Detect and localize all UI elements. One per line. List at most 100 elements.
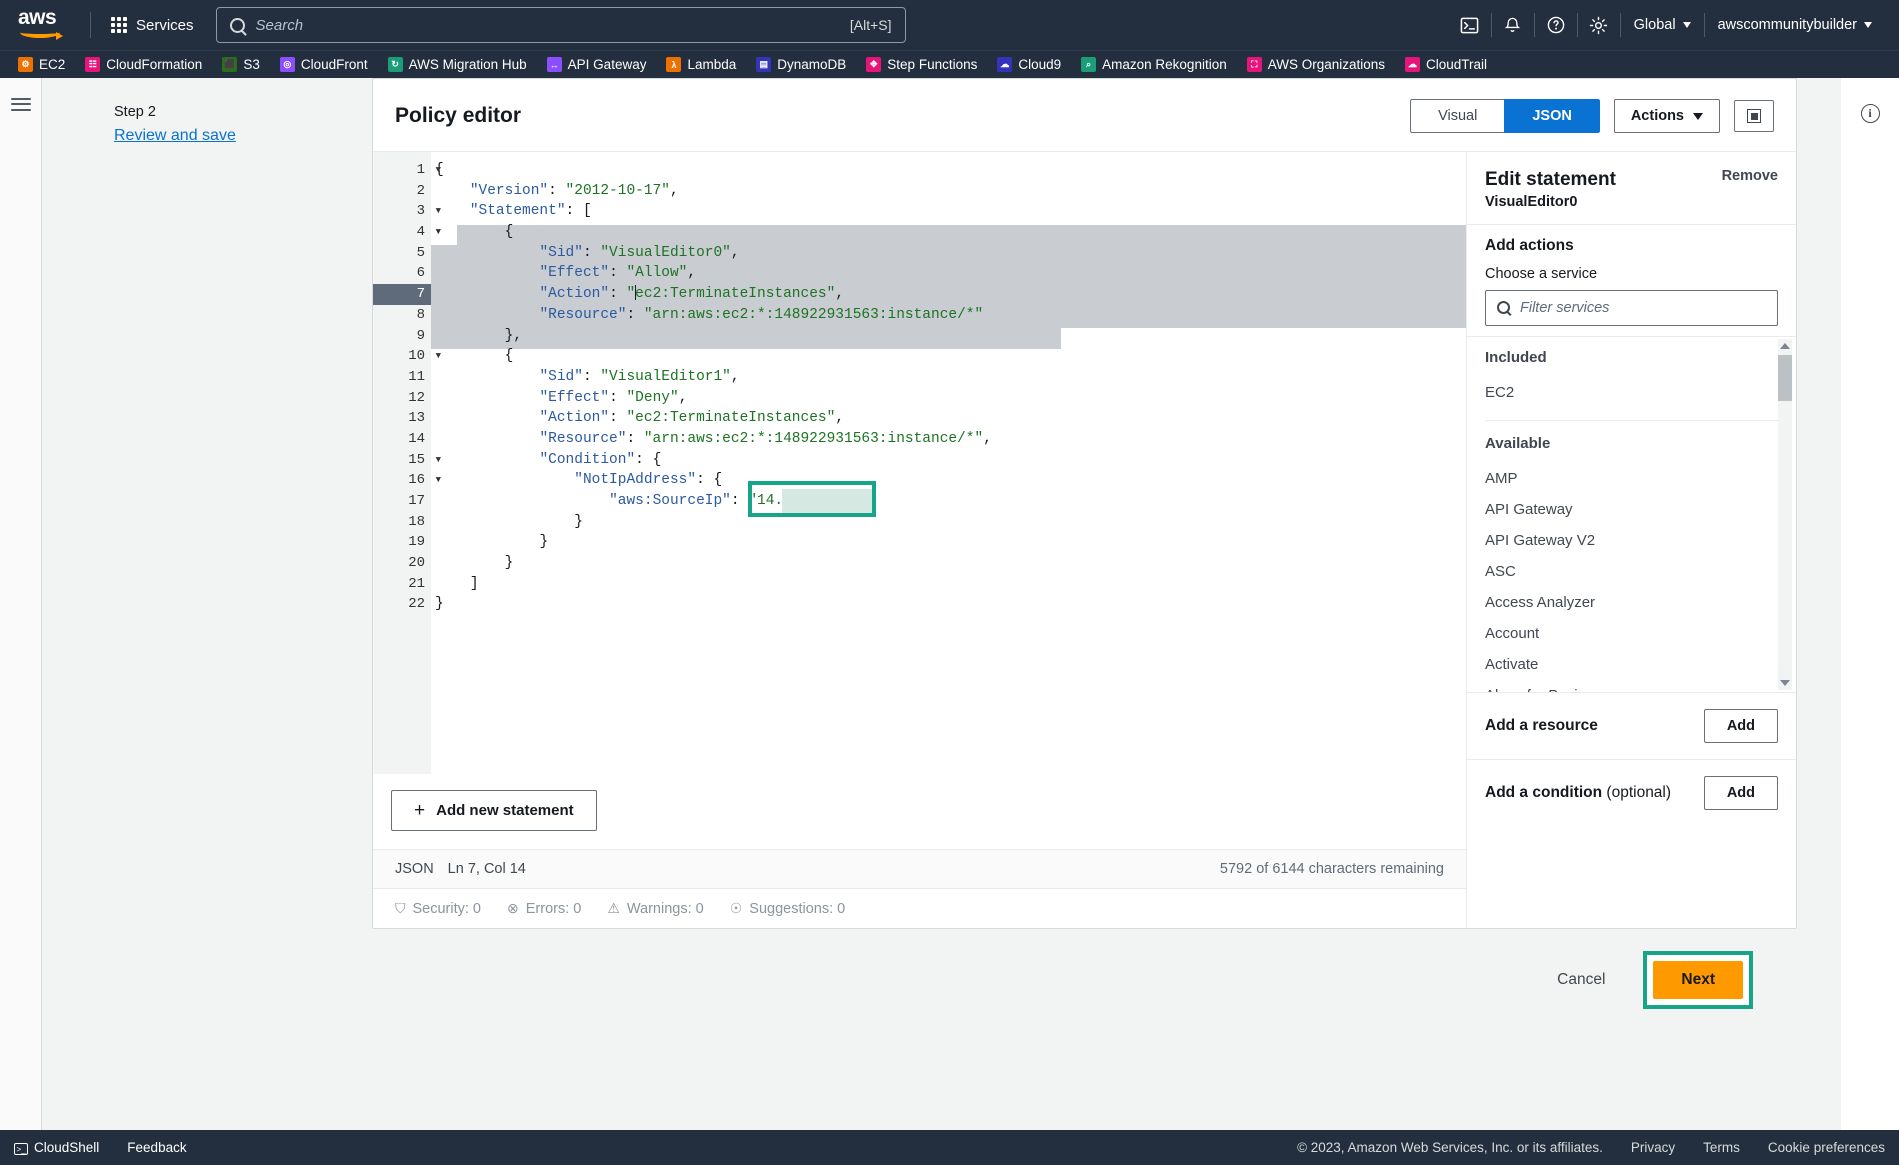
code-line[interactable]: "Version": "2012-10-17", xyxy=(431,181,1466,202)
code-line[interactable]: } xyxy=(431,512,1466,533)
validation-label: Warnings: 0 xyxy=(626,900,704,917)
grid-menu-icon xyxy=(111,17,127,33)
code-line[interactable]: { xyxy=(431,160,1466,181)
filter-services-input[interactable] xyxy=(1520,299,1766,316)
search-input[interactable] xyxy=(255,16,850,34)
code-line[interactable]: "NotIpAddress": { xyxy=(431,470,1466,491)
help-question-icon[interactable] xyxy=(1535,6,1577,44)
services-menu-button[interactable]: Services xyxy=(101,10,204,41)
top-nav-right-group: Global awscommunitybuilder xyxy=(1449,6,1885,44)
tab-visual[interactable]: Visual xyxy=(1410,99,1505,133)
validation-error-circle: ⊗ Errors: 0 xyxy=(507,900,581,917)
add-condition-button[interactable]: Add xyxy=(1703,775,1778,810)
available-service-item[interactable]: Access Analyzer xyxy=(1485,587,1778,618)
service-shortcut-cloudtrail[interactable]: ☁ CloudTrail xyxy=(1405,57,1487,72)
feedback-link[interactable]: Feedback xyxy=(127,1140,186,1155)
code-line[interactable]: "Statement": [ xyxy=(431,201,1466,222)
main-content-pane: Policy editor Visual JSON Actions 1 ▼ 2 … xyxy=(372,78,1841,1130)
available-service-item[interactable]: Account xyxy=(1485,618,1778,649)
code-line[interactable]: "Sid": "VisualEditor0", xyxy=(431,243,1466,264)
notifications-bell-icon[interactable] xyxy=(1492,6,1534,44)
scroll-down-arrow-icon[interactable] xyxy=(1780,679,1790,686)
code-line[interactable]: ] xyxy=(431,574,1466,595)
service-shortcut-aws-organizations[interactable]: ⛶ AWS Organizations xyxy=(1246,57,1386,72)
code-line[interactable]: { xyxy=(431,346,1466,367)
global-search-bar[interactable]: [Alt+S] xyxy=(215,7,906,43)
service-shortcut-amazon-rekognition[interactable]: ⌕ Amazon Rekognition xyxy=(1081,57,1227,72)
filter-services-box[interactable] xyxy=(1485,289,1778,326)
service-shortcut-label: AWS Organizations xyxy=(1267,57,1386,72)
code-line[interactable]: }, xyxy=(431,326,1466,347)
code-line[interactable]: "Action": "ec2:TerminateInstances", xyxy=(431,408,1466,429)
service-shortcut-cloud9[interactable]: ☁ Cloud9 xyxy=(997,57,1061,72)
add-resource-button[interactable]: Add xyxy=(1703,708,1778,743)
code-line[interactable]: "aws:SourceIp": "14. 4" xyxy=(431,481,1466,517)
cloudshell-icon[interactable] xyxy=(1449,6,1491,44)
remove-statement-button[interactable]: Remove xyxy=(1722,168,1778,184)
redacted-ip-value[interactable]: "14. 4" xyxy=(748,481,877,517)
service-shortcut-lambda[interactable]: λ Lambda xyxy=(666,57,736,72)
available-service-item[interactable]: API Gateway xyxy=(1485,494,1778,525)
code-line[interactable]: "Resource": "arn:aws:ec2:*:148922931563:… xyxy=(431,305,1466,326)
bottom-bar: >_ CloudShell Feedback © 2023, Amazon Web… xyxy=(0,1130,1899,1165)
aws-logo[interactable]: aws xyxy=(14,7,72,42)
code-line[interactable]: "Sid": "VisualEditor1", xyxy=(431,367,1466,388)
code-line[interactable]: } xyxy=(431,532,1466,553)
available-service-item[interactable]: AMP xyxy=(1485,463,1778,494)
cookie-preferences-link[interactable]: Cookie preferences xyxy=(1768,1140,1885,1155)
fold-triangle-icon[interactable]: ▼ xyxy=(429,470,441,491)
service-icon: ✥ xyxy=(866,57,882,72)
service-shortcut-step-functions[interactable]: ✥ Step Functions xyxy=(866,57,977,72)
next-button[interactable]: Next xyxy=(1653,961,1743,999)
json-code-editor[interactable]: 1 ▼ 2 3 ▼ 4 ▼ 5 6 7 8 9 10 ▼ 11 12 13 14 15 ▼ 16 ▼ 17 18 19 20 21 2… xyxy=(373,152,1466,774)
characters-remaining: 5792 of 6144 characters remaining xyxy=(1219,861,1444,877)
service-shortcut-ec2[interactable]: ⚙ EC2 xyxy=(18,57,65,72)
fullscreen-toggle-icon xyxy=(1747,109,1761,123)
cancel-button[interactable]: Cancel xyxy=(1545,963,1617,997)
info-circle-icon[interactable]: i xyxy=(1860,104,1880,123)
add-condition-row: Add a condition (optional) Add xyxy=(1467,758,1796,826)
code-line[interactable]: "Effect": "Deny", xyxy=(431,388,1466,409)
fold-triangle-icon[interactable]: ▼ xyxy=(429,160,441,181)
code-line[interactable]: "Resource": "arn:aws:ec2:*:148922931563:… xyxy=(431,429,1466,450)
available-service-item[interactable]: Alexa for Business xyxy=(1485,680,1778,692)
code-line[interactable]: } xyxy=(431,594,1466,615)
actions-dropdown-button[interactable]: Actions xyxy=(1613,99,1720,133)
region-selector[interactable]: Global xyxy=(1621,9,1704,41)
fold-triangle-icon[interactable]: ▼ xyxy=(429,450,441,471)
fold-triangle-icon[interactable]: ▼ xyxy=(429,222,441,243)
included-service-item[interactable]: EC2 xyxy=(1485,377,1778,408)
cloudshell-button[interactable]: >_ CloudShell xyxy=(14,1140,99,1156)
line-number: 3 ▼ xyxy=(373,201,441,222)
code-line[interactable]: "Condition": { xyxy=(431,450,1466,471)
tab-json[interactable]: JSON xyxy=(1504,99,1600,133)
service-shortcut-s3[interactable]: ⬛ S3 xyxy=(222,57,260,72)
privacy-link[interactable]: Privacy xyxy=(1631,1140,1675,1155)
fullscreen-toggle-button[interactable] xyxy=(1734,100,1774,132)
code-line[interactable]: "Action": "ec2:TerminateInstances", xyxy=(431,284,1466,305)
terms-link[interactable]: Terms xyxy=(1703,1140,1740,1155)
scroll-up-arrow-icon[interactable] xyxy=(1778,339,1792,353)
wizard-step-link-review-and-save[interactable]: Review and save xyxy=(114,127,236,145)
service-shortcut-cloudfront[interactable]: ◎ CloudFront xyxy=(279,57,368,72)
scrollbar-thumb[interactable] xyxy=(1778,354,1792,401)
available-service-item[interactable]: API Gateway V2 xyxy=(1485,525,1778,556)
service-list[interactable]: Included EC2 Available AMP API Gateway API… xyxy=(1467,335,1796,692)
editor-code-lines[interactable]: { "Version": "2012-10-17", "Statement": … xyxy=(431,152,1466,774)
add-new-statement-button[interactable]: + Add new statement xyxy=(391,790,597,831)
service-shortcut-cloudformation[interactable]: ☷ CloudFormation xyxy=(85,57,202,72)
account-menu[interactable]: awscommunitybuilder xyxy=(1705,9,1885,41)
code-line[interactable]: } xyxy=(431,553,1466,574)
service-shortcut-aws-migration-hub[interactable]: ↻ AWS Migration Hub xyxy=(387,57,527,72)
available-service-item[interactable]: Activate xyxy=(1485,649,1778,680)
service-shortcut-api-gateway[interactable]: ↔ API Gateway xyxy=(546,57,646,72)
hamburger-menu-icon[interactable] xyxy=(10,94,31,114)
service-list-scrollbar[interactable] xyxy=(1778,338,1792,690)
code-line[interactable]: { xyxy=(431,222,1466,243)
service-shortcut-dynamodb[interactable]: ▤ DynamoDB xyxy=(756,57,846,72)
fold-triangle-icon[interactable]: ▼ xyxy=(429,346,441,367)
code-line[interactable]: "Effect": "Allow", xyxy=(431,263,1466,284)
fold-triangle-icon[interactable]: ▼ xyxy=(429,201,441,222)
available-service-item[interactable]: ASC xyxy=(1485,556,1778,587)
gear-icon[interactable] xyxy=(1578,6,1620,44)
